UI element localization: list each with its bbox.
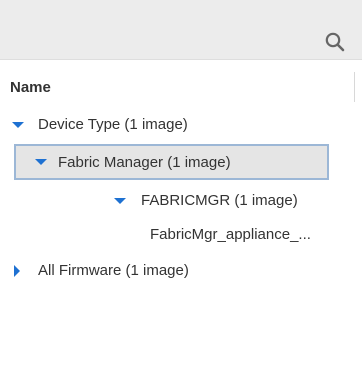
image-tree-panel: Name Device Type (1 image) Fabric Manage… — [0, 0, 362, 369]
tree-item-all-firmware[interactable]: All Firmware (1 image) — [0, 254, 355, 288]
tree-item-device-type[interactable]: Device Type (1 image) — [0, 108, 355, 142]
column-divider[interactable] — [354, 72, 355, 102]
tree-item-label: FabricMgr_appliance_... — [150, 226, 311, 243]
caret-right-icon[interactable] — [14, 265, 20, 277]
tree-item-fabric-manager[interactable]: Fabric Manager (1 image) — [14, 144, 329, 180]
caret-down-icon[interactable] — [35, 159, 47, 165]
tree-item-label: Fabric Manager (1 image) — [58, 154, 231, 171]
tree-item-label: FABRICMGR (1 image) — [141, 192, 298, 209]
tree-item-label: All Firmware (1 image) — [38, 262, 189, 279]
tree-item-label: Device Type (1 image) — [38, 116, 188, 133]
caret-down-icon[interactable] — [12, 122, 24, 128]
column-header[interactable]: Name — [0, 62, 355, 108]
name-column-label: Name — [10, 79, 51, 96]
search-icon[interactable] — [324, 31, 346, 53]
search-toolbar — [0, 0, 362, 60]
tree-item-fabricmgr-appliance[interactable]: FabricMgr_appliance_... — [0, 218, 355, 252]
tree-item-fabricmgr[interactable]: FABRICMGR (1 image) — [0, 184, 355, 218]
caret-down-icon[interactable] — [114, 198, 126, 204]
